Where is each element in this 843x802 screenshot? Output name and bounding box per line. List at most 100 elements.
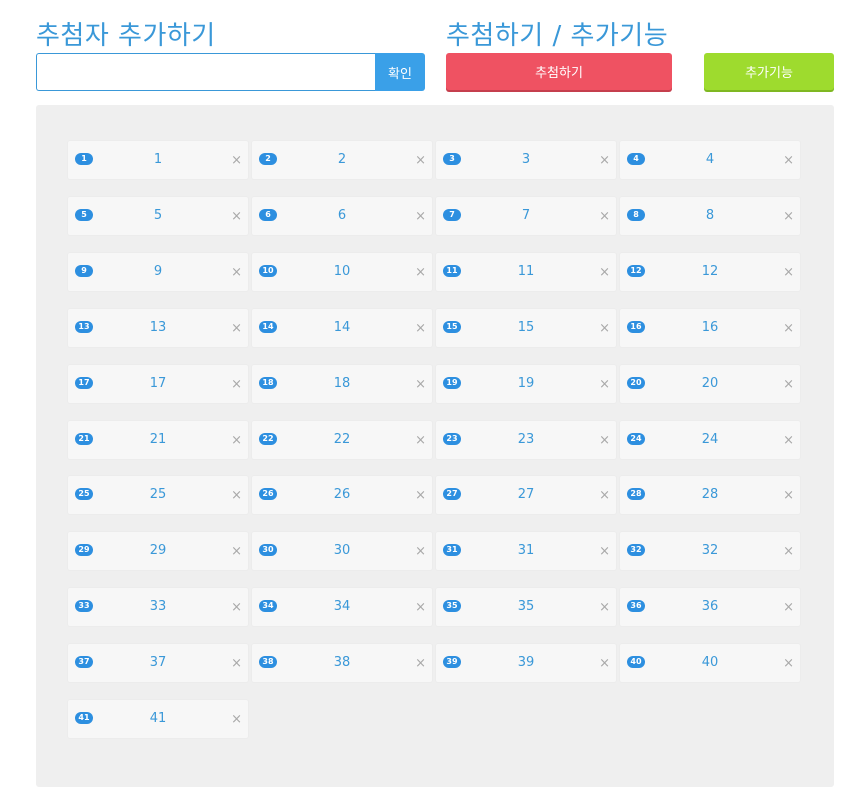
participant-card: 31 31 × [436, 532, 616, 570]
participant-card: 20 20 × [620, 365, 800, 403]
extra-features-button[interactable]: 추가기능 [704, 53, 834, 90]
participant-card: 15 15 × [436, 309, 616, 347]
draw-features-title: 추첨하기 / 추가기능 [446, 21, 669, 51]
participant-name: 40 [701, 655, 719, 670]
participant-name: 1 [153, 152, 163, 167]
close-icon[interactable]: × [599, 644, 610, 684]
participant-card: 19 19 × [436, 365, 616, 403]
participant-name: 28 [701, 487, 719, 502]
close-icon[interactable]: × [415, 141, 426, 181]
participant-name: 18 [333, 376, 351, 391]
draw-button[interactable]: 추첨하기 [446, 53, 672, 90]
participant-name: 11 [517, 264, 535, 279]
confirm-button[interactable]: 확인 [375, 53, 425, 91]
participant-name: 19 [517, 376, 535, 391]
participant-card: 2 2 × [252, 141, 432, 179]
participant-name: 39 [517, 655, 535, 670]
close-icon[interactable]: × [231, 365, 242, 405]
close-icon[interactable]: × [783, 141, 794, 181]
close-icon[interactable]: × [783, 532, 794, 572]
participant-name: 15 [517, 320, 535, 335]
close-icon[interactable]: × [231, 588, 242, 628]
participant-name: 4 [705, 152, 715, 167]
participant-card: 14 14 × [252, 309, 432, 347]
participant-name: 20 [701, 376, 719, 391]
participant-card: 3 3 × [436, 141, 616, 179]
close-icon[interactable]: × [231, 644, 242, 684]
close-icon[interactable]: × [783, 309, 794, 349]
close-icon[interactable]: × [599, 365, 610, 405]
participant-card: 18 18 × [252, 365, 432, 403]
participant-name: 34 [333, 599, 351, 614]
participant-name: 14 [333, 320, 351, 335]
participant-card: 16 16 × [620, 309, 800, 347]
participant-card: 21 21 × [68, 421, 248, 459]
close-icon[interactable]: × [231, 141, 242, 181]
close-icon[interactable]: × [415, 476, 426, 516]
participant-name: 30 [333, 543, 351, 558]
participant-card: 22 22 × [252, 421, 432, 459]
participant-name: 38 [333, 655, 351, 670]
participant-name: 22 [333, 432, 351, 447]
participant-card: 25 25 × [68, 476, 248, 514]
participant-name: 8 [705, 208, 715, 223]
close-icon[interactable]: × [415, 644, 426, 684]
close-icon[interactable]: × [599, 588, 610, 628]
close-icon[interactable]: × [783, 421, 794, 461]
participant-name: 32 [701, 543, 719, 558]
participant-list-panel: 1 1 × 2 2 × 3 3 × 4 4 × 5 5 × 6 6 × 7 7 × 8 8 × 9 9 × 10 10 × 11 11 × 12 1… [36, 105, 834, 787]
close-icon[interactable]: × [415, 421, 426, 461]
close-icon[interactable]: × [231, 700, 242, 740]
participant-card: 4 4 × [620, 141, 800, 179]
close-icon[interactable]: × [415, 309, 426, 349]
close-icon[interactable]: × [599, 141, 610, 181]
participant-card: 8 8 × [620, 197, 800, 235]
close-icon[interactable]: × [415, 197, 426, 237]
participant-name: 9 [153, 264, 163, 279]
participant-name: 36 [701, 599, 719, 614]
participant-name: 24 [701, 432, 719, 447]
close-icon[interactable]: × [783, 476, 794, 516]
close-icon[interactable]: × [415, 532, 426, 572]
participant-card: 39 39 × [436, 644, 616, 682]
participant-card: 24 24 × [620, 421, 800, 459]
participant-card: 35 35 × [436, 588, 616, 626]
participant-card: 10 10 × [252, 253, 432, 291]
participant-name: 2 [337, 152, 347, 167]
close-icon[interactable]: × [415, 588, 426, 628]
participant-name: 27 [517, 487, 535, 502]
close-icon[interactable]: × [783, 644, 794, 684]
participant-card: 9 9 × [68, 253, 248, 291]
participant-card: 36 36 × [620, 588, 800, 626]
close-icon[interactable]: × [231, 253, 242, 293]
close-icon[interactable]: × [231, 309, 242, 349]
close-icon[interactable]: × [415, 253, 426, 293]
participant-name: 13 [149, 320, 167, 335]
participant-name: 7 [521, 208, 531, 223]
close-icon[interactable]: × [231, 476, 242, 516]
close-icon[interactable]: × [599, 253, 610, 293]
participant-card: 33 33 × [68, 588, 248, 626]
participant-card: 26 26 × [252, 476, 432, 514]
close-icon[interactable]: × [783, 365, 794, 405]
close-icon[interactable]: × [599, 532, 610, 572]
participant-card: 27 27 × [436, 476, 616, 514]
close-icon[interactable]: × [599, 476, 610, 516]
close-icon[interactable]: × [231, 197, 242, 237]
participant-name: 26 [333, 487, 351, 502]
close-icon[interactable]: × [783, 588, 794, 628]
close-icon[interactable]: × [415, 365, 426, 405]
participant-card: 38 38 × [252, 644, 432, 682]
participant-card: 17 17 × [68, 365, 248, 403]
participant-name-input[interactable] [36, 53, 375, 91]
close-icon[interactable]: × [599, 421, 610, 461]
participant-name: 29 [149, 543, 167, 558]
close-icon[interactable]: × [599, 197, 610, 237]
close-icon[interactable]: × [599, 309, 610, 349]
close-icon[interactable]: × [231, 421, 242, 461]
participant-card: 1 1 × [68, 141, 248, 179]
close-icon[interactable]: × [231, 532, 242, 572]
participant-card: 12 12 × [620, 253, 800, 291]
close-icon[interactable]: × [783, 253, 794, 293]
close-icon[interactable]: × [783, 197, 794, 237]
